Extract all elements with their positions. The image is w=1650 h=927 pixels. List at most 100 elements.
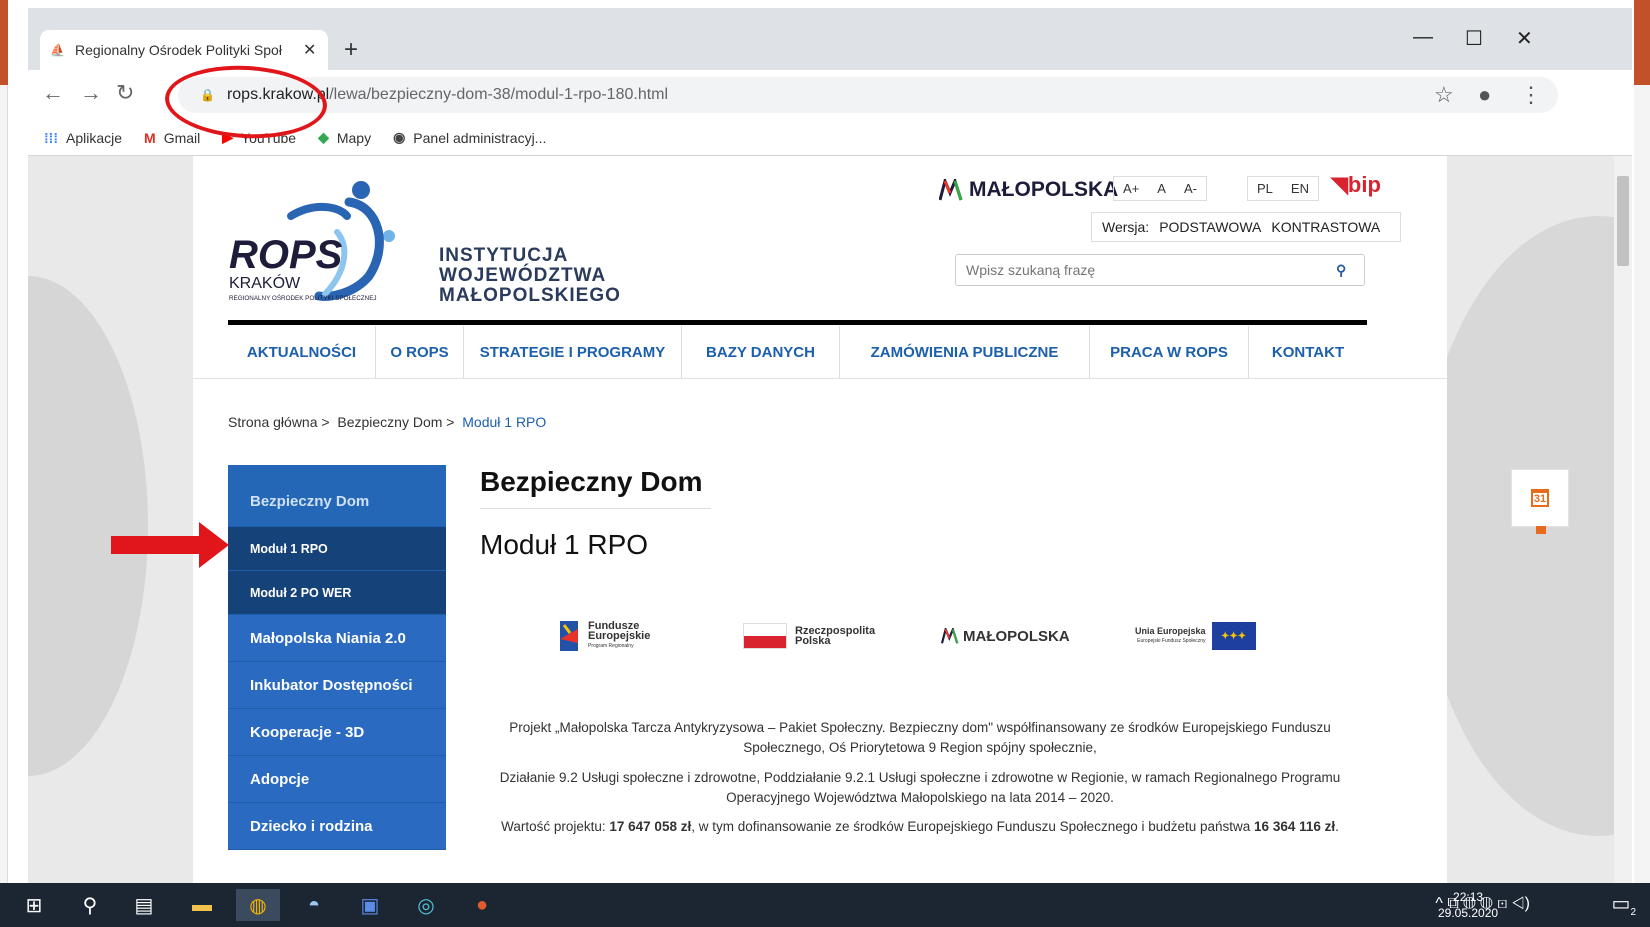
- sidebar-item-modul-1-rpo[interactable]: Moduł 1 RPO: [228, 527, 446, 571]
- rops-fullname: REGIONALNY OŚRODEK POLITYKI SPOŁECZNEJ: [229, 293, 377, 302]
- sidebar-nav: Bezpieczny Dom Moduł 1 RPO Moduł 2 PO WE…: [228, 465, 446, 883]
- search-box: ⚲: [955, 254, 1365, 286]
- maximize-icon[interactable]: ☐: [1465, 26, 1483, 51]
- menu-item-bazy-danych[interactable]: BAZY DANYCH: [682, 326, 840, 378]
- project-action: Działanie 9.2 Usługi społeczne i zdrowot…: [499, 770, 1341, 805]
- mail-app-icon[interactable]: ◓: [292, 889, 336, 921]
- menu-item-strategie[interactable]: STRATEGIE I PROGRAMY: [464, 326, 682, 378]
- sidebar-item-bezpieczny-dom[interactable]: Bezpieczny Dom: [228, 465, 446, 527]
- menu-top-rule: [228, 320, 1367, 325]
- browser-tab[interactable]: ⛵ Regionalny Ośrodek Polityki Społ ✕: [40, 30, 328, 70]
- institution-line: INSTYTUCJA: [439, 245, 569, 266]
- reload-icon[interactable]: ↻: [116, 80, 134, 106]
- menu-item-zamowienia[interactable]: ZAMÓWIENIA PUBLICZNE: [840, 326, 1090, 378]
- search-input[interactable]: [966, 262, 1336, 278]
- chrome-icon[interactable]: ◍: [236, 889, 280, 921]
- vertical-scrollbar[interactable]: [1614, 156, 1632, 883]
- sidebar-item-inkubator[interactable]: Inkubator Dostępności: [228, 662, 446, 709]
- font-size-larger-button[interactable]: A+: [1114, 177, 1148, 200]
- minimize-icon[interactable]: —: [1413, 26, 1433, 49]
- breadcrumb-home[interactable]: Strona główna >: [228, 414, 330, 430]
- menu-item-kontakt[interactable]: KONTAKT: [1249, 326, 1367, 378]
- sidebar-item-adopcje[interactable]: Adopcje: [228, 756, 446, 803]
- maps-icon: ◆: [318, 129, 329, 145]
- menu-item-praca[interactable]: PRACA W ROPS: [1090, 326, 1249, 378]
- lang-pl-button[interactable]: PL: [1248, 177, 1282, 200]
- sidebar-item-modul-2-powers[interactable]: Moduł 2 PO WER: [228, 571, 446, 615]
- profile-icon[interactable]: ●: [1478, 82, 1491, 108]
- annotation-arrow-icon: [111, 522, 229, 568]
- calendar-marker: [1536, 526, 1546, 534]
- panel-icon: ◉: [393, 129, 406, 145]
- breadcrumb: Strona główna > Bezpieczny Dom > Moduł 1…: [228, 414, 546, 430]
- version-contrast-button[interactable]: KONTRASTOWA: [1271, 219, 1380, 235]
- scrollbar-thumb[interactable]: [1617, 176, 1629, 266]
- menu-item-aktualnosci[interactable]: AKTUALNOŚCI: [228, 326, 376, 378]
- bookmark-apps[interactable]: ⁞⁞⁞ Aplikacje: [44, 130, 122, 146]
- save-app-icon[interactable]: ▣: [348, 889, 392, 921]
- close-tab-icon[interactable]: ✕: [303, 40, 316, 60]
- tab-title: Regionalny Ośrodek Polityki Społ: [74, 42, 282, 58]
- bookmark-star-icon[interactable]: ☆: [1434, 82, 1454, 108]
- tab-bar: ⛵ Regionalny Ośrodek Polityki Społ ✕ + —…: [28, 8, 1632, 70]
- new-tab-button[interactable]: +: [344, 36, 358, 64]
- font-size-smaller-button[interactable]: A-: [1175, 177, 1206, 200]
- krakow-label: KRAKÓW: [229, 273, 301, 292]
- section-title: Moduł 1 RPO: [480, 529, 649, 560]
- powerpoint-icon[interactable]: ●: [460, 889, 504, 921]
- taskbar: ⊞ ⚲ ▤ ▬ ◍ ◓ ▣ ◎ ● ^ ⧉ ◍ ◍ ⊡ ◁) 22:13 29.…: [0, 883, 1650, 927]
- menu-divider: [193, 378, 1447, 379]
- left-window-edge: [0, 0, 8, 927]
- task-view-icon[interactable]: ▤: [122, 889, 166, 921]
- breadcrumb-bezpieczny-dom[interactable]: Bezpieczny Dom >: [337, 414, 454, 430]
- logo-text: MAŁOPOLSKA: [963, 627, 1070, 645]
- bookmark-gmail[interactable]: M Gmail: [144, 130, 200, 146]
- calendar-button[interactable]: 31: [1511, 469, 1569, 534]
- logo-text: Europejski Fundusz Społeczny: [1137, 638, 1206, 644]
- notif-count: 2: [1630, 907, 1636, 918]
- clock-date: 29.05.2020: [1438, 906, 1499, 920]
- search-icon[interactable]: ⚲: [1336, 262, 1346, 279]
- bookmark-label: Gmail: [163, 129, 201, 146]
- close-window-icon[interactable]: ✕: [1516, 26, 1533, 51]
- right-window-edge: [1634, 0, 1650, 927]
- site-favicon-icon: ⛵: [50, 43, 65, 57]
- bip-link[interactable]: ◥bip: [1331, 172, 1381, 198]
- bookmark-label: Aplikacje: [66, 129, 123, 146]
- value-amount: 17 647 058 zł: [609, 819, 692, 834]
- malopolska-logo[interactable]: MAŁOPOLSKA: [939, 178, 1118, 202]
- sidebar-item-kooperacje[interactable]: Kooperacje - 3D: [228, 709, 446, 756]
- start-windows-icon[interactable]: ⊞: [12, 889, 56, 921]
- back-icon[interactable]: ←: [42, 80, 64, 106]
- bookmark-label: Mapy: [336, 129, 372, 146]
- main-content: Bezpieczny Dom Moduł 1 RPO Fundusze Euro…: [480, 466, 1360, 834]
- forward-icon[interactable]: →: [80, 80, 102, 106]
- bookmark-label: Panel administracyj...: [413, 129, 547, 146]
- rzeczpospolita-logo: Rzeczpospolita Polska: [743, 618, 875, 654]
- fundusze-europejskie-logo: Fundusze Europejskie Program Regionalny: [558, 618, 650, 654]
- sidebar-item-dziecko-i-rodzina[interactable]: Dziecko i rodzina: [228, 803, 446, 850]
- search-taskbar-icon[interactable]: ⚲: [68, 889, 112, 921]
- notifications-icon[interactable]: ▭2: [1612, 891, 1636, 918]
- project-value: Wartość projektu: 17 647 058 zł, w tym d…: [480, 817, 1360, 837]
- gmail-icon: M: [144, 129, 156, 146]
- logo-text: Europejskie: [588, 630, 651, 642]
- lang-en-button[interactable]: EN: [1282, 177, 1318, 200]
- sidebar-item-malopolska-niania[interactable]: Małopolska Niania 2.0: [228, 615, 446, 662]
- bookmark-panel[interactable]: ◉ Panel administracyj...: [393, 129, 546, 146]
- menu-dots-icon[interactable]: ⋮: [1520, 82, 1542, 108]
- malopolska-small-logo: MAŁOPOLSKA: [941, 618, 1070, 654]
- institution-label: INSTYTUCJA WOJEWÓDZTWA MAŁOPOLSKIEGO: [439, 246, 621, 306]
- file-explorer-icon[interactable]: ▬: [180, 889, 224, 921]
- font-size-normal-button[interactable]: A: [1148, 177, 1175, 200]
- apps-grid-icon: ⁞⁞⁞: [44, 129, 58, 146]
- bookmark-maps[interactable]: ◆ Mapy: [318, 129, 371, 146]
- site-container: ROPS KRAKÓW REGIONALNY OŚRODEK POLITYKI …: [193, 156, 1569, 883]
- menu-item-o-rops[interactable]: O ROPS: [376, 326, 464, 378]
- browser-app-icon[interactable]: ◎: [404, 889, 448, 921]
- address-bar[interactable]: 🔒 rops.krakow.pl/lewa/bezpieczny-dom-38/…: [178, 77, 1558, 113]
- value-amount: 16 364 116 zł: [1254, 819, 1336, 834]
- institution-line: WOJEWÓDZTWA: [439, 265, 607, 286]
- version-basic-button[interactable]: PODSTAWOWA: [1159, 219, 1261, 235]
- clock[interactable]: 22:13 29.05.2020: [1438, 889, 1498, 921]
